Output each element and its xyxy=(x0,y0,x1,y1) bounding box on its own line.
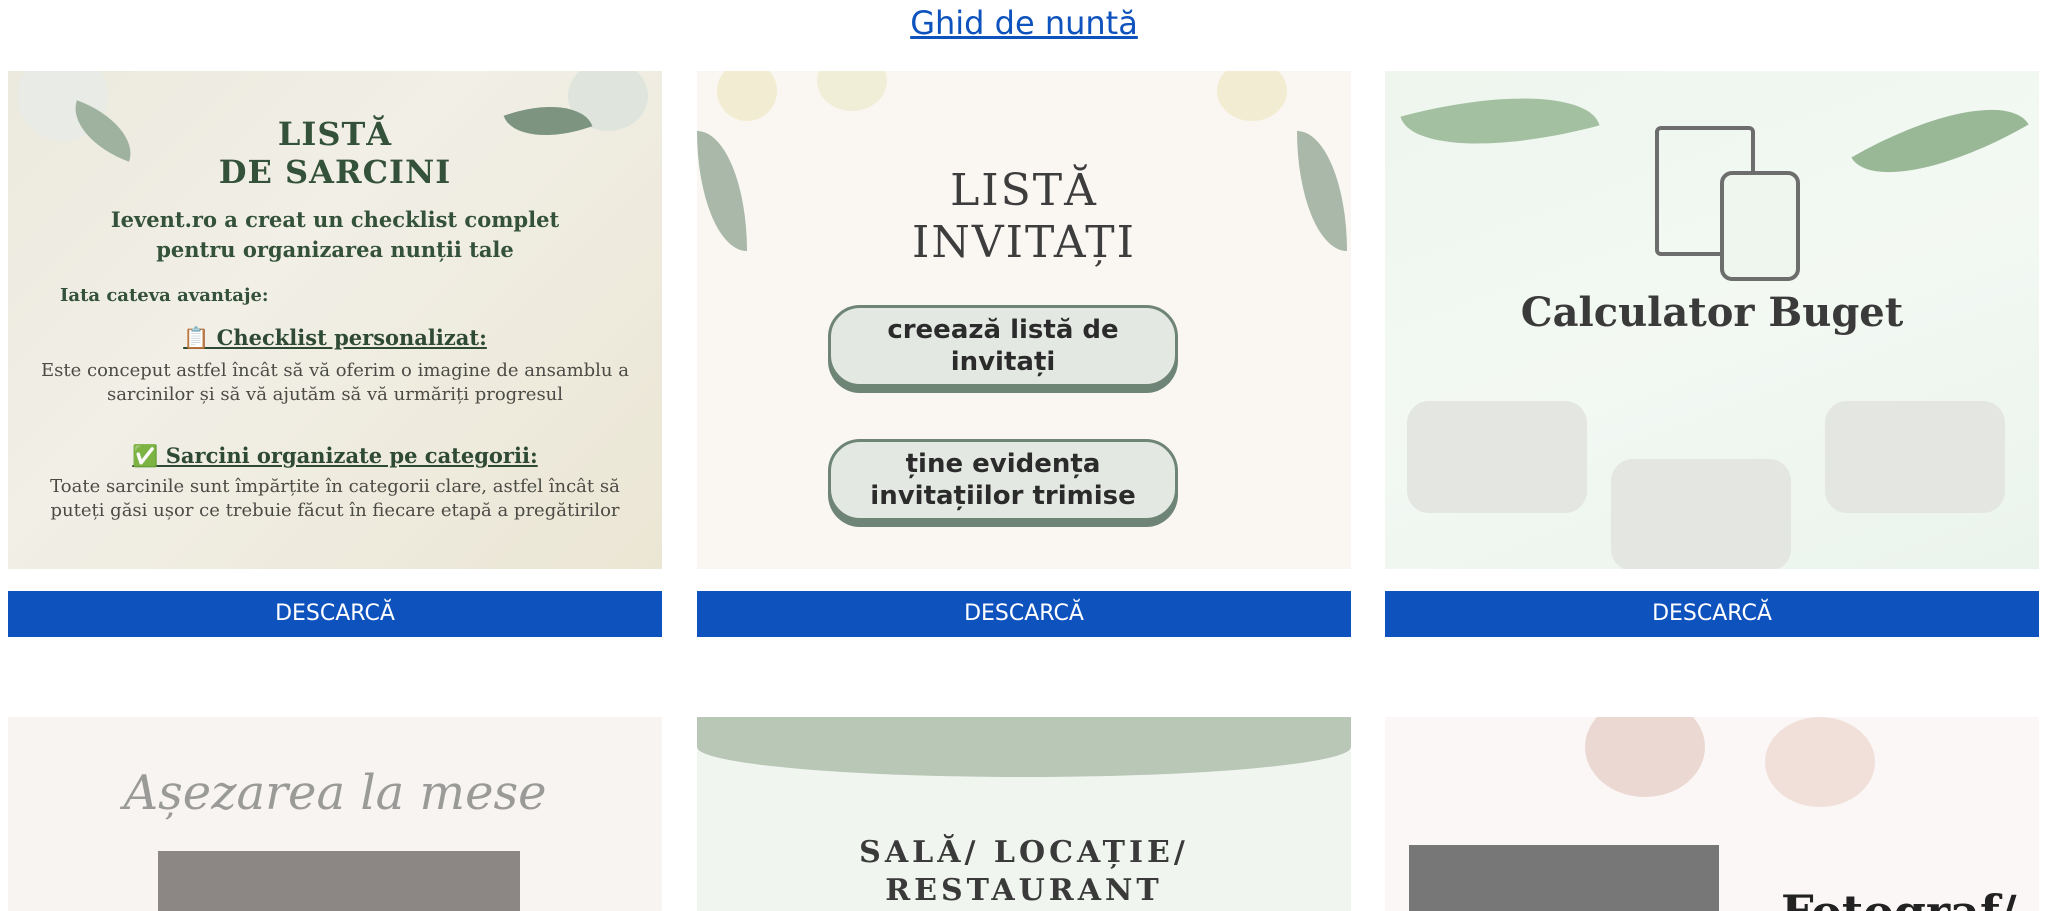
leaf-garland xyxy=(697,717,1351,777)
photographer-title: Fotograf/ xyxy=(1781,885,2017,911)
card-guest-list: LISTĂ INVITAȚI creează listă de invitați… xyxy=(697,71,1351,637)
track-invitations-button[interactable]: ține evidența invitațiilor trimise xyxy=(828,439,1178,521)
seating-photo xyxy=(158,851,520,911)
guest-list-title-1: LISTĂ xyxy=(950,165,1098,216)
venue-title-1: SALĂ/ LOCAȚIE/ xyxy=(859,835,1189,870)
seating-title: Așezarea la mese xyxy=(123,765,547,821)
task-list-title-1: LISTĂ xyxy=(277,115,393,153)
flower-decoration xyxy=(1217,71,1287,121)
categories-description: Toate sarcinile sunt împărțite în catego… xyxy=(50,476,620,521)
venue-title-2: RESTAURANT xyxy=(885,873,1163,908)
shoes-dress-icon xyxy=(1611,459,1791,569)
checklist-description: Este conceput astfel încât să vă oferim … xyxy=(41,360,629,405)
task-list-intro-1: Ievent.ro a creat un checklist complet xyxy=(110,207,560,232)
download-button-guests[interactable]: DESCARCĂ xyxy=(697,591,1351,637)
flower-decoration xyxy=(1585,717,1705,797)
seating-preview[interactable]: Așezarea la mese xyxy=(8,717,662,911)
guest-list-preview[interactable]: LISTĂ INVITAȚI creează listă de invitați… xyxy=(697,71,1351,569)
flower-decoration xyxy=(817,71,887,111)
categories-heading: ✅ Sarcini organizate pe categorii: xyxy=(132,443,538,468)
photographer-preview[interactable]: Fotograf/ xyxy=(1385,717,2039,911)
card-venue: SALĂ/ LOCAȚIE/ RESTAURANT xyxy=(697,717,1351,911)
task-list-intro-2: pentru organizarea nunții tale xyxy=(156,237,514,262)
card-photographer: Fotograf/ xyxy=(1385,717,2039,911)
task-list-preview[interactable]: LISTĂ DE SARCINI Ievent.ro a creat un ch… xyxy=(8,71,662,569)
checklist-heading: 📋 Checklist personalizat: xyxy=(183,325,487,350)
budget-calculator-title: Calculator Buget xyxy=(1520,289,1904,336)
photographer-photo xyxy=(1409,845,1719,911)
card-seating: Așezarea la mese xyxy=(8,717,662,911)
create-guest-list-button[interactable]: creează listă de invitați xyxy=(828,305,1178,387)
calculator-icon xyxy=(1720,171,1800,281)
download-button-tasks[interactable]: DESCARCĂ xyxy=(8,591,662,637)
flower-decoration xyxy=(717,71,777,121)
download-button-budget[interactable]: DESCARCĂ xyxy=(1385,591,2039,637)
arch-icon xyxy=(1825,401,2005,513)
page-heading: Ghid de nuntă xyxy=(0,0,2048,46)
task-list-title-2: DE SARCINI xyxy=(218,153,452,191)
leaf-decoration xyxy=(1851,72,2029,210)
church-rings-icon xyxy=(1407,401,1587,513)
flower-decoration xyxy=(1765,717,1875,807)
wedding-guide-link[interactable]: Ghid de nuntă xyxy=(910,4,1138,42)
card-budget-calculator: Calculator Buget DESCARCĂ xyxy=(1385,71,2039,637)
advantages-label: Iata cateva avantaje: xyxy=(60,285,269,306)
guest-list-title-2: INVITAȚI xyxy=(911,217,1137,268)
leaf-decoration xyxy=(1400,71,1600,175)
card-task-list: LISTĂ DE SARCINI Ievent.ro a creat un ch… xyxy=(8,71,662,637)
budget-calculator-preview[interactable]: Calculator Buget xyxy=(1385,71,2039,569)
venue-preview[interactable]: SALĂ/ LOCAȚIE/ RESTAURANT xyxy=(697,717,1351,911)
